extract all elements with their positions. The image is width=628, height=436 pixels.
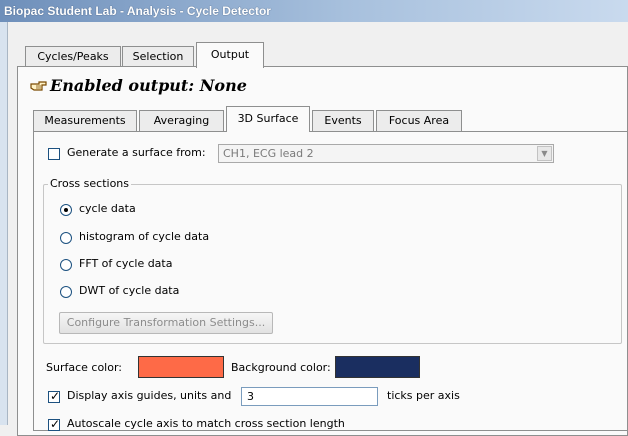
checkmark-icon: ✓ [50,417,61,431]
background-color-swatch[interactable] [335,356,420,378]
checkmark-icon: ✓ [50,389,61,403]
tab-events[interactable]: Events [312,110,374,131]
autoscale-checkbox[interactable]: ✓ [48,417,61,431]
ticks-per-axis-label: ticks per axis [387,389,460,402]
radio-selected-dot [64,208,68,212]
cross-sections-label: Cross sections [48,177,131,190]
surface-source-dropdown[interactable]: CH1, ECG lead 2 ▼ [218,144,554,163]
radio-dwt[interactable] [60,286,72,298]
tab-measurements[interactable]: Measurements [33,110,137,131]
radio-fft[interactable] [60,259,72,271]
ticks-per-axis-input[interactable]: 3 [241,387,378,406]
window-title: Biopac Student Lab - Analysis - Cycle De… [0,0,628,22]
surface-color-label: Surface color: [46,361,123,374]
radio-label-cycle-data: cycle data [79,202,136,215]
tab-averaging[interactable]: Averaging [139,110,224,131]
radio-label-fft: FFT of cycle data [79,257,173,270]
generate-surface-label: Generate a surface from: [67,146,206,159]
tab-output[interactable]: Output [196,42,264,68]
display-axis-checkbox[interactable]: ✓ [48,389,61,403]
enabled-output-label: Enabled output: None [50,76,247,95]
radio-label-dwt: DWT of cycle data [79,284,180,297]
autoscale-label: Autoscale cycle axis to match cross sect… [67,417,345,430]
display-axis-label: Display axis guides, units and [67,389,232,402]
tab-cycles-peaks[interactable]: Cycles/Peaks [25,46,121,67]
radio-label-histogram: histogram of cycle data [79,230,210,243]
radio-histogram[interactable] [60,232,72,244]
generate-surface-checkbox[interactable] [48,148,60,160]
radio-cycle-data[interactable] [60,204,72,216]
surface-source-value: CH1, ECG lead 2 [223,147,314,160]
tab-focus-area[interactable]: Focus Area [376,110,462,131]
tab-3d-surface[interactable]: 3D Surface [226,106,310,132]
chevron-down-icon[interactable]: ▼ [537,146,552,161]
background-color-label: Background color: [231,361,331,374]
window-border [0,22,8,425]
surface-color-swatch[interactable] [138,356,224,378]
tab-selection[interactable]: Selection [122,46,194,67]
configure-transformation-button[interactable]: Configure Transformation Settings... [59,312,273,334]
pointing-hand-icon [30,81,47,91]
